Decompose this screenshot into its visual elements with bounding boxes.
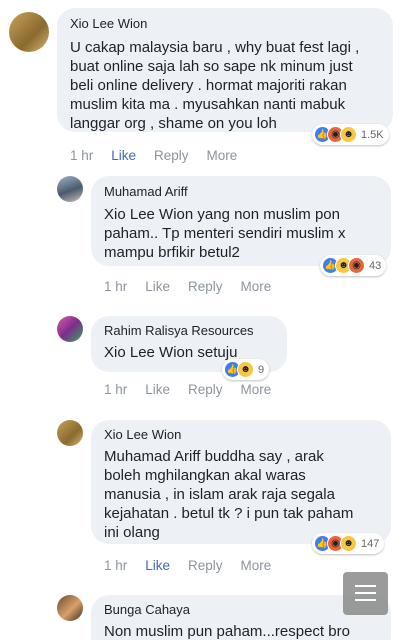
comment-4: Xio Lee Wion Muhamad Ariff buddha say , … [0, 410, 405, 585]
reaction-count: 43 [369, 259, 382, 272]
haha-icon: ☻ [340, 535, 357, 552]
comment-3: Rahim Ralisya Resources Xio Lee Wion set… [0, 310, 405, 410]
comment-text: Xio Lee Wion yang non muslim pon paham..… [104, 206, 346, 261]
comment-2: Muhamad Ariff Xio Lee Wion yang non musl… [0, 170, 405, 300]
reaction-summary[interactable]: 👍 ◉ ☻ 1.5K [312, 124, 389, 145]
comment-actions: 1 hr Like Reply More [104, 558, 271, 573]
more-button[interactable]: More [241, 279, 272, 294]
reaction-count: 9 [258, 363, 265, 376]
timestamp: 1 hr [104, 279, 128, 294]
more-button[interactable]: More [241, 558, 272, 573]
comment-actions: 1 hr Like Reply More [70, 148, 237, 163]
comment-actions: 1 hr Like Reply More [104, 382, 271, 397]
reply-button[interactable]: Reply [188, 279, 223, 294]
avatar[interactable] [57, 176, 83, 202]
comment-text: Non muslim pun paham...respect bro [104, 623, 350, 640]
reaction-count: 1.5K [361, 128, 384, 141]
comment-text: Muhamad Ariff buddha say , arak boleh mg… [104, 448, 354, 541]
reaction-summary[interactable]: 👍 ☻ 9 [222, 359, 270, 380]
more-button[interactable]: More [207, 148, 238, 163]
haha-icon: ☻ [340, 126, 357, 143]
menu-button[interactable] [343, 572, 388, 615]
reaction-count: 147 [361, 537, 380, 550]
comment-text: U cakap malaysia baru , why buat fest la… [70, 39, 360, 132]
timestamp: 1 hr [104, 382, 128, 397]
like-button[interactable]: Like [111, 148, 136, 163]
reply-button[interactable]: Reply [154, 148, 189, 163]
reply-button[interactable]: Reply [188, 382, 223, 397]
reply-button[interactable]: Reply [188, 558, 223, 573]
comment-1: Xio Lee Wion U cakap malaysia baru , why… [0, 0, 405, 170]
timestamp: 1 hr [70, 148, 94, 163]
avatar[interactable] [9, 12, 49, 52]
reaction-summary[interactable]: 👍 ◉ ☻ 147 [312, 533, 385, 554]
timestamp: 1 hr [104, 558, 128, 573]
avatar[interactable] [57, 420, 83, 446]
comment-author[interactable]: Bunga Cahaya [104, 602, 190, 617]
angry-icon: ◉ [348, 257, 365, 274]
avatar[interactable] [57, 316, 83, 342]
like-button[interactable]: Like [145, 382, 170, 397]
like-button[interactable]: Like [145, 279, 170, 294]
reaction-summary[interactable]: 👍 ☻ ◉ 43 [320, 255, 387, 276]
comment-author[interactable]: Xio Lee Wion [104, 427, 181, 442]
like-button[interactable]: Like [145, 558, 170, 573]
haha-icon: ☻ [237, 361, 254, 378]
more-button[interactable]: More [241, 382, 272, 397]
comment-author[interactable]: Xio Lee Wion [70, 16, 147, 31]
comment-actions: 1 hr Like Reply More [104, 279, 271, 294]
comment-author[interactable]: Rahim Ralisya Resources [104, 323, 254, 338]
comment-author[interactable]: Muhamad Ariff [104, 184, 188, 199]
avatar[interactable] [57, 595, 83, 621]
